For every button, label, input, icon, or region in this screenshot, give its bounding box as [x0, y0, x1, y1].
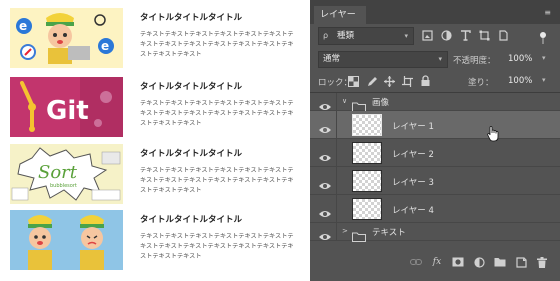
layer-row[interactable]: レイヤー 1 — [310, 111, 560, 139]
article-card[interactable]: e e タイトルタイトルタイトル テキストテキストテキストテキストテキストテキス… — [10, 8, 300, 68]
lock-artboard-icon[interactable] — [402, 75, 413, 87]
chevron-down-icon: ▾ — [404, 32, 408, 40]
layer-name[interactable]: レイヤー 4 — [392, 204, 434, 216]
tab-layers[interactable]: レイヤー — [314, 6, 366, 24]
lock-pixels-icon[interactable] — [366, 75, 377, 87]
blend-mode-select[interactable]: 通常 ▾ — [318, 51, 448, 68]
folder-icon[interactable] — [494, 256, 506, 268]
thumbnail-sort-subtext: bubblesort — [50, 183, 77, 189]
layer-name[interactable]: レイヤー 1 — [392, 120, 434, 132]
filter-toggle-icon[interactable] — [538, 30, 548, 44]
link-icon[interactable] — [410, 256, 422, 268]
eye-icon[interactable] — [318, 227, 332, 240]
layer-group-row[interactable]: ∨ 画像 — [310, 93, 560, 112]
layer-thumbnail — [352, 198, 382, 220]
eye-icon[interactable] — [318, 148, 332, 161]
hand-cursor-icon — [487, 126, 499, 142]
layer-list: ∨ 画像 レイヤー 1 レイヤー 2 レイヤー 3 レイヤー 4 > テキスト — [310, 92, 560, 242]
layers-bottom-toolbar: fx — [310, 252, 560, 274]
thumbnail-sort-text: Sort — [38, 162, 78, 183]
pixel-filter-icon[interactable] — [422, 28, 433, 42]
mask-icon[interactable] — [452, 256, 464, 268]
article-card[interactable]: Git タイトルタイトルタイトル テキストテキストテキストテキストテキストテキス… — [10, 77, 300, 137]
opacity-input[interactable]: 100% — [508, 54, 532, 64]
layer-row[interactable]: レイヤー 3 — [310, 167, 560, 195]
layer-thumbnail — [352, 114, 382, 136]
svg-text:e: e — [101, 39, 109, 53]
layers-panel: レイヤー ≡ ρ 種類 ▾ 通常 ▾ 不透明度： 100% ▾ ロック： 塗り：… — [310, 0, 560, 281]
layer-name[interactable]: 画像 — [372, 96, 389, 108]
article-thumbnail[interactable]: Sort bubblesort — [10, 144, 123, 204]
adjustment-filter-icon[interactable] — [441, 28, 452, 42]
article-card[interactable]: Sort bubblesort タイトルタイトルタイトル テキストテキストテキス… — [10, 144, 300, 204]
article-card[interactable]: タイトルタイトルタイトル テキストテキストテキストテキストテキストテキストテキス… — [10, 210, 300, 270]
article-title[interactable]: タイトルタイトルタイトル — [140, 214, 298, 226]
article-body: テキストテキストテキストテキストテキストテキストテキストテキストテキストテキスト… — [140, 31, 294, 58]
trash-icon[interactable] — [536, 256, 548, 268]
layer-name[interactable]: レイヤー 3 — [392, 176, 434, 188]
filter-kind-select[interactable]: ρ 種類 ▾ — [318, 27, 414, 45]
chevron-down-icon[interactable]: ▾ — [542, 54, 546, 62]
adjustment-icon[interactable] — [473, 256, 485, 268]
lock-row: ロック： 塗り： 100% ▾ — [310, 72, 560, 92]
article-thumbnail[interactable]: Git — [10, 77, 123, 137]
blend-mode-label: 通常 — [323, 54, 341, 64]
eye-icon[interactable] — [318, 97, 332, 110]
panel-tab-bar: レイヤー ≡ — [310, 0, 560, 24]
fill-input[interactable]: 100% — [508, 76, 532, 86]
eye-icon[interactable] — [318, 176, 332, 189]
svg-text:e: e — [19, 19, 27, 33]
filter-kind-label: 種類 — [337, 31, 355, 41]
chevron-down-icon[interactable]: ▾ — [542, 76, 546, 84]
chevron-down-icon[interactable]: ∨ — [342, 97, 347, 105]
opacity-label: 不透明度： — [453, 56, 496, 66]
type-filter-icon[interactable] — [460, 28, 471, 42]
panel-menu-icon[interactable]: ≡ — [544, 8, 551, 17]
folder-icon — [352, 97, 366, 112]
article-title[interactable]: タイトルタイトルタイトル — [140, 81, 298, 93]
article-body: テキストテキストテキストテキストテキストテキストテキストテキストテキストテキスト… — [140, 100, 294, 127]
article-body: テキストテキストテキストテキストテキストテキストテキストテキストテキストテキスト… — [140, 233, 294, 260]
article-thumbnail[interactable] — [10, 210, 123, 270]
article-title[interactable]: タイトルタイトルタイトル — [140, 12, 298, 24]
folder-icon — [352, 227, 366, 242]
layer-group-row[interactable]: > テキスト — [310, 223, 560, 242]
lock-transparency-icon[interactable] — [348, 75, 359, 87]
eye-icon[interactable] — [318, 204, 332, 217]
filter-row: ρ 種類 ▾ — [310, 26, 560, 48]
fx-icon[interactable]: fx — [431, 256, 443, 268]
search-icon: ρ — [323, 31, 329, 40]
article-title[interactable]: タイトルタイトルタイトル — [140, 148, 298, 160]
lock-position-icon[interactable] — [384, 75, 395, 87]
blend-row: 通常 ▾ 不透明度： 100% ▾ — [310, 50, 560, 70]
layer-thumbnail — [352, 142, 382, 164]
article-body: テキストテキストテキストテキストテキストテキストテキストテキストテキストテキスト… — [140, 167, 294, 194]
layer-thumbnail — [352, 170, 382, 192]
shape-filter-icon[interactable] — [479, 28, 490, 42]
lock-all-icon[interactable] — [420, 75, 431, 87]
article-thumbnail[interactable]: e e — [10, 8, 123, 68]
layer-name[interactable]: レイヤー 2 — [392, 148, 434, 160]
layer-name[interactable]: テキスト — [372, 226, 406, 238]
chevron-right-icon[interactable]: > — [342, 227, 348, 235]
layer-row[interactable]: レイヤー 4 — [310, 195, 560, 223]
article-list: e e タイトルタイトルタイトル テキストテキストテキストテキストテキストテキス… — [0, 0, 305, 281]
chevron-down-icon: ▾ — [438, 55, 442, 63]
smart-object-filter-icon[interactable] — [498, 28, 509, 42]
new-layer-icon[interactable] — [515, 256, 527, 268]
eye-icon[interactable] — [318, 120, 332, 133]
fill-label: 塗り： — [468, 78, 494, 88]
lock-label: ロック： — [318, 78, 353, 88]
thumbnail-git-text: Git — [46, 96, 89, 126]
layer-row[interactable]: レイヤー 2 — [310, 139, 560, 167]
